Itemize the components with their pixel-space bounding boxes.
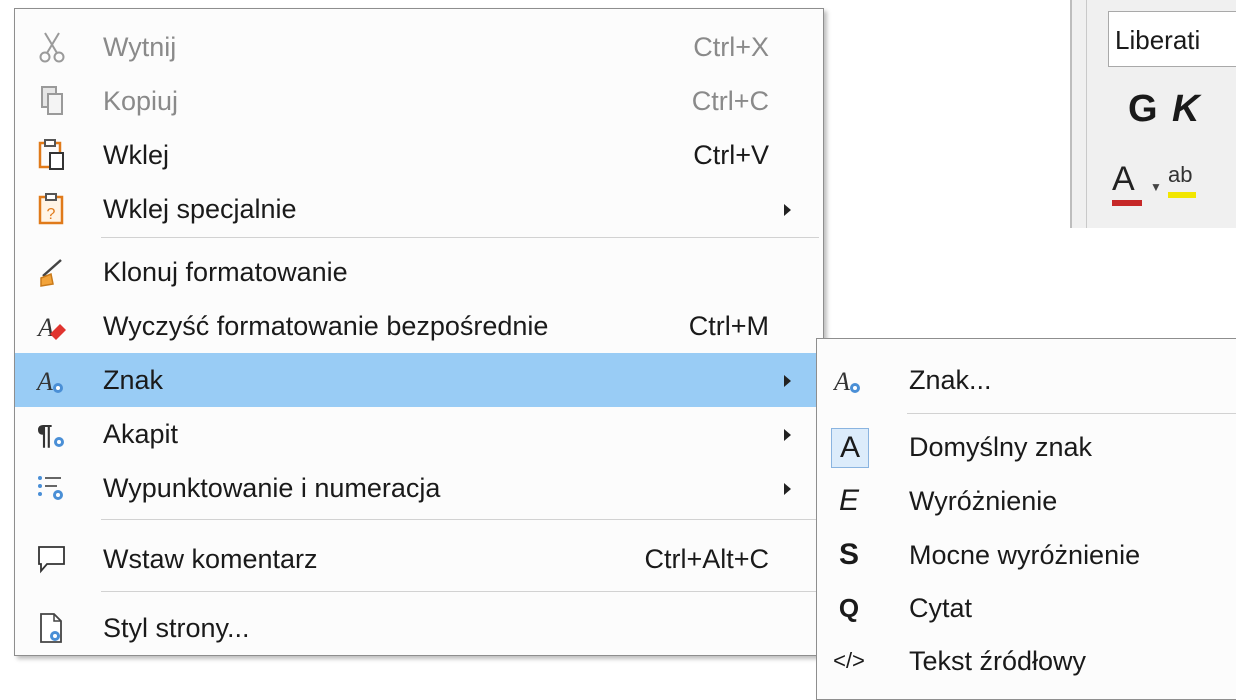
menu-item-paste-special[interactable]: ? Wklej specjalnie	[15, 182, 821, 236]
menu-item-paragraph[interactable]: ¶ Akapit	[15, 407, 821, 461]
svg-text:A: A	[36, 367, 53, 396]
submenu-item-label: Cytat	[909, 593, 973, 623]
source-code-icon: </>	[833, 648, 865, 673]
submenu-arrow-icon	[784, 375, 791, 387]
bold-button[interactable]: G	[1128, 88, 1158, 131]
svg-text:A: A	[833, 367, 850, 396]
menu-separator	[907, 413, 1236, 414]
submenu-item-default-character[interactable]: A Domyślny znak	[817, 420, 1236, 474]
menu-separator	[101, 591, 819, 592]
submenu-item-label: Domyślny znak	[909, 432, 1093, 462]
submenu-item-strong-emphasis[interactable]: S Mocne wyróżnienie	[817, 528, 1236, 582]
submenu-item-quotation[interactable]: Q Cytat	[817, 581, 1236, 635]
submenu-item-label: Tekst źródłowy	[909, 646, 1087, 676]
submenu-item-source-text[interactable]: </> Tekst źródłowy	[817, 634, 1236, 688]
menu-item-clear-formatting[interactable]: A Wyczyść formatowanie bezpośrednie Ctrl…	[15, 299, 821, 353]
highlight-button[interactable]: ab	[1168, 162, 1196, 198]
menu-item-shortcut: Ctrl+V	[693, 140, 769, 170]
default-character-icon: A	[831, 428, 869, 468]
submenu-item-label: Mocne wyróżnienie	[909, 540, 1141, 570]
submenu-item-character-dialog[interactable]: A Znak...	[817, 353, 1236, 407]
menu-item-copy[interactable]: Kopiuj Ctrl+C	[15, 74, 821, 128]
clear-formatting-icon: A	[35, 309, 69, 343]
menu-item-page-style[interactable]: Styl strony...	[15, 601, 821, 655]
context-menu: Wytnij Ctrl+X Kopiuj Ctrl+C Wklej Ctrl+V…	[14, 8, 824, 656]
character-dialog-icon: A	[831, 361, 867, 399]
font-color-bar	[1112, 200, 1142, 206]
scissors-icon	[35, 30, 69, 64]
page-style-icon	[35, 611, 69, 645]
menu-item-shortcut: Ctrl+X	[693, 32, 769, 62]
menu-item-label: Styl strony...	[103, 613, 250, 643]
menu-item-shortcut: Ctrl+Alt+C	[644, 544, 769, 574]
menu-item-paste[interactable]: Wklej Ctrl+V	[15, 128, 821, 182]
character-submenu: A Znak... A Domyślny znak E Wyróżnienie …	[816, 338, 1236, 700]
menu-item-clone-formatting[interactable]: Klonuj formatowanie	[15, 245, 821, 299]
strong-emphasis-icon: S	[838, 538, 859, 571]
comment-icon	[35, 542, 69, 576]
highlight-color-bar	[1168, 192, 1196, 198]
quotation-icon: Q	[838, 592, 860, 623]
svg-text:?: ?	[47, 206, 56, 223]
menu-item-bullets-numbering[interactable]: Wypunktowanie i numeracja	[15, 461, 821, 515]
highlight-label: ab	[1168, 162, 1193, 187]
formatting-toolbar: Liberati G K A ▼ ab	[1070, 0, 1236, 228]
menu-separator	[101, 519, 819, 520]
menu-item-insert-comment[interactable]: Wstaw komentarz Ctrl+Alt+C	[15, 532, 821, 586]
submenu-arrow-icon	[784, 429, 791, 441]
submenu-arrow-icon	[784, 204, 791, 216]
menu-item-label: Wyczyść formatowanie bezpośrednie	[103, 311, 549, 341]
clone-formatting-icon	[35, 255, 69, 289]
submenu-item-emphasis[interactable]: E Wyróżnienie	[817, 474, 1236, 528]
menu-item-character[interactable]: A Znak	[15, 353, 821, 407]
menu-item-label: Znak	[103, 365, 164, 395]
font-color-button[interactable]: A	[1112, 160, 1142, 206]
paragraph-icon: ¶	[35, 417, 69, 451]
menu-item-label: Klonuj formatowanie	[103, 257, 348, 287]
menu-item-label: Wklej specjalnie	[103, 194, 297, 224]
menu-item-label: Akapit	[103, 419, 179, 449]
paste-icon	[35, 138, 69, 172]
menu-item-label: Wytnij	[103, 32, 177, 62]
menu-item-shortcut: Ctrl+M	[688, 311, 769, 341]
copy-icon	[35, 84, 69, 118]
font-name-input[interactable]: Liberati	[1108, 11, 1236, 67]
menu-item-label: Wypunktowanie i numeracja	[103, 473, 441, 503]
svg-text:¶: ¶	[37, 419, 53, 450]
menu-item-label: Wstaw komentarz	[103, 544, 318, 574]
menu-item-label: Wklej	[103, 140, 169, 170]
font-color-label: A	[1112, 160, 1135, 198]
character-icon: A	[35, 363, 69, 397]
italic-button[interactable]: K	[1172, 88, 1199, 131]
submenu-item-label: Znak...	[909, 365, 992, 395]
bullets-numbering-icon	[35, 471, 69, 505]
menu-item-label: Kopiuj	[103, 86, 179, 116]
font-color-dropdown-icon[interactable]: ▼	[1150, 180, 1162, 194]
menu-item-shortcut: Ctrl+C	[691, 86, 769, 116]
svg-text:A: A	[36, 313, 54, 342]
submenu-item-label: Wyróżnienie	[909, 486, 1058, 516]
menu-item-cut[interactable]: Wytnij Ctrl+X	[15, 20, 821, 74]
toolbar-divider	[1086, 0, 1087, 228]
submenu-arrow-icon	[784, 483, 791, 495]
emphasis-icon: E	[838, 484, 859, 517]
paste-special-icon: ?	[35, 192, 69, 226]
menu-separator	[101, 237, 819, 238]
